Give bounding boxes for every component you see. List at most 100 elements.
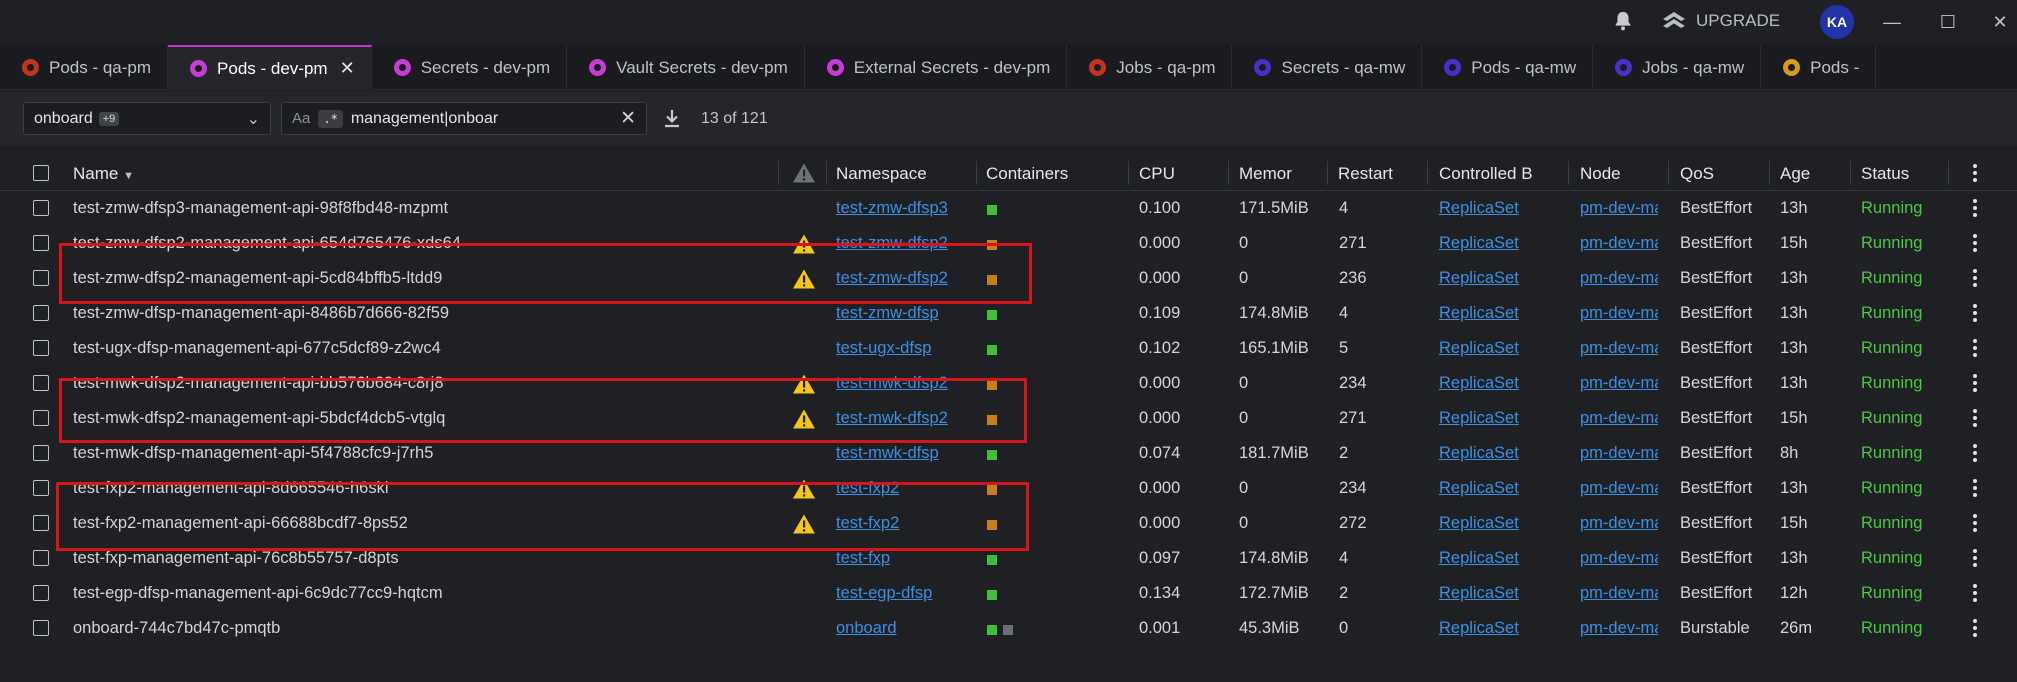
controlled-by-link[interactable]: ReplicaSet <box>1439 514 1519 533</box>
column-header-containers[interactable]: Containers <box>986 164 1068 184</box>
upgrade-button[interactable]: UPGRADE <box>1662 8 1780 34</box>
search-input[interactable] <box>350 109 601 128</box>
row-menu-icon[interactable] <box>1973 444 1977 462</box>
column-header-status[interactable]: Status <box>1861 164 1909 184</box>
node-link[interactable]: pm-dev-ma <box>1580 444 1658 463</box>
namespace-link[interactable]: test-zmw-dfsp2 <box>836 234 948 253</box>
table-row[interactable]: test-zmw-dfsp3-management-api-98f8fbd48-… <box>0 191 2017 226</box>
controlled-by-link[interactable]: ReplicaSet <box>1439 619 1519 638</box>
node-link[interactable]: pm-dev-ma <box>1580 514 1658 533</box>
maximize-icon[interactable]: ☐ <box>1934 8 1962 36</box>
table-row[interactable]: onboard-744c7bd47c-pmqtb onboard 0.001 45.3… <box>0 611 2017 646</box>
row-checkbox[interactable] <box>33 340 49 356</box>
row-checkbox[interactable] <box>33 515 49 531</box>
table-row[interactable]: test-egp-dfsp-management-api-6c9dc77cc9-… <box>0 576 2017 611</box>
namespace-link[interactable]: test-mwk-dfsp <box>836 444 939 463</box>
row-menu-icon[interactable] <box>1973 584 1977 602</box>
row-menu-icon[interactable] <box>1973 514 1977 532</box>
pod-name[interactable]: test-fxp-management-api-76c8b55757-d8pts <box>73 549 399 568</box>
column-menu-icon[interactable] <box>1973 164 1977 182</box>
namespace-link[interactable]: test-ugx-dfsp <box>836 339 931 358</box>
row-menu-icon[interactable] <box>1973 409 1977 427</box>
table-row[interactable]: test-zmw-dfsp2-management-api-5cd84bffb5… <box>0 261 2017 296</box>
tab-item[interactable]: Jobs - qa-mw <box>1593 45 1762 90</box>
controlled-by-link[interactable]: ReplicaSet <box>1439 444 1519 463</box>
select-all-checkbox[interactable] <box>33 165 49 181</box>
row-menu-icon[interactable] <box>1973 374 1977 392</box>
warning-icon[interactable] <box>792 268 816 290</box>
bell-icon[interactable] <box>1612 10 1634 32</box>
node-link[interactable]: pm-dev-ma <box>1580 199 1658 218</box>
node-link[interactable]: pm-dev-ma <box>1580 339 1658 358</box>
regex-toggle[interactable]: .* <box>318 109 343 128</box>
node-link[interactable]: pm-dev-ma <box>1580 549 1658 568</box>
namespace-link[interactable]: test-zmw-dfsp3 <box>836 199 948 218</box>
tab-item[interactable]: Pods - qa-pm <box>0 45 169 90</box>
warning-icon[interactable] <box>792 233 816 255</box>
pod-name[interactable]: test-zmw-dfsp3-management-api-98f8fbd48-… <box>73 199 448 218</box>
table-row[interactable]: test-fxp2-management-api-8d665546-h6skl t… <box>0 471 2017 506</box>
controlled-by-link[interactable]: ReplicaSet <box>1439 549 1519 568</box>
pod-name[interactable]: test-mwk-dfsp2-management-api-bb576b684-… <box>73 374 444 393</box>
namespace-link[interactable]: test-zmw-dfsp2 <box>836 269 948 288</box>
namespace-link[interactable]: test-fxp2 <box>836 479 899 498</box>
row-checkbox[interactable] <box>33 305 49 321</box>
controlled-by-link[interactable]: ReplicaSet <box>1439 234 1519 253</box>
node-link[interactable]: pm-dev-ma <box>1580 234 1658 253</box>
namespace-link[interactable]: test-zmw-dfsp <box>836 304 939 323</box>
node-link[interactable]: pm-dev-ma <box>1580 584 1658 603</box>
row-checkbox[interactable] <box>33 585 49 601</box>
row-checkbox[interactable] <box>33 480 49 496</box>
controlled-by-link[interactable]: ReplicaSet <box>1439 409 1519 428</box>
node-link[interactable]: pm-dev-ma <box>1580 619 1658 638</box>
table-row[interactable]: test-zmw-dfsp-management-api-8486b7d666-… <box>0 296 2017 331</box>
controlled-by-link[interactable]: ReplicaSet <box>1439 339 1519 358</box>
tab-item[interactable]: Jobs - qa-pm <box>1067 45 1233 90</box>
row-menu-icon[interactable] <box>1973 339 1977 357</box>
tab-item[interactable]: Vault Secrets - dev-pm <box>567 45 805 90</box>
column-header-memory[interactable]: Memor <box>1239 164 1292 184</box>
pod-name[interactable]: test-zmw-dfsp2-management-api-654d765476… <box>73 234 461 253</box>
table-row[interactable]: test-zmw-dfsp2-management-api-654d765476… <box>0 226 2017 261</box>
tab-close-icon[interactable]: ✕ <box>340 58 355 79</box>
row-checkbox[interactable] <box>33 235 49 251</box>
user-avatar[interactable]: KA <box>1820 5 1854 39</box>
pod-name[interactable]: test-fxp2-management-api-66688bcdf7-8ps5… <box>73 514 408 533</box>
table-row[interactable]: test-mwk-dfsp-management-api-5f4788cfc9-… <box>0 436 2017 471</box>
table-row[interactable]: test-fxp-management-api-76c8b55757-d8pts… <box>0 541 2017 576</box>
controlled-by-link[interactable]: ReplicaSet <box>1439 479 1519 498</box>
node-link[interactable]: pm-dev-ma <box>1580 479 1658 498</box>
row-menu-icon[interactable] <box>1973 479 1977 497</box>
controlled-by-link[interactable]: ReplicaSet <box>1439 584 1519 603</box>
namespace-link[interactable]: onboard <box>836 619 897 638</box>
column-header-namespace[interactable]: Namespace <box>836 164 927 184</box>
namespace-link[interactable]: test-egp-dfsp <box>836 584 932 603</box>
table-row[interactable]: test-fxp2-management-api-66688bcdf7-8ps5… <box>0 506 2017 541</box>
node-link[interactable]: pm-dev-ma <box>1580 409 1658 428</box>
row-menu-icon[interactable] <box>1973 199 1977 217</box>
pod-name[interactable]: onboard-744c7bd47c-pmqtb <box>73 619 280 638</box>
node-link[interactable]: pm-dev-ma <box>1580 269 1658 288</box>
row-checkbox[interactable] <box>33 620 49 636</box>
tab-item[interactable]: Secrets - qa-mw <box>1232 45 1423 90</box>
controlled-by-link[interactable]: ReplicaSet <box>1439 304 1519 323</box>
column-header-name[interactable]: Name ▼ <box>73 164 134 184</box>
minimize-icon[interactable]: — <box>1878 8 1906 36</box>
row-menu-icon[interactable] <box>1973 304 1977 322</box>
warning-icon[interactable] <box>792 373 816 395</box>
warning-icon[interactable] <box>792 513 816 535</box>
column-header-restarts[interactable]: Restart <box>1338 164 1393 184</box>
table-row[interactable]: test-ugx-dfsp-management-api-677c5dcf89-… <box>0 331 2017 366</box>
close-icon[interactable]: ✕ <box>1986 8 2014 36</box>
clear-search-icon[interactable]: ✕ <box>620 107 636 130</box>
node-link[interactable]: pm-dev-ma <box>1580 374 1658 393</box>
column-header-age[interactable]: Age <box>1780 164 1810 184</box>
tab-item[interactable]: Secrets - dev-pm <box>372 45 568 90</box>
controlled-by-link[interactable]: ReplicaSet <box>1439 374 1519 393</box>
column-header-node[interactable]: Node <box>1580 164 1621 184</box>
row-checkbox[interactable] <box>33 375 49 391</box>
pod-name[interactable]: test-fxp2-management-api-8d665546-h6skl <box>73 479 389 498</box>
tab-item[interactable]: External Secrets - dev-pm <box>805 45 1068 90</box>
pod-name[interactable]: test-mwk-dfsp-management-api-5f4788cfc9-… <box>73 444 433 463</box>
row-checkbox[interactable] <box>33 550 49 566</box>
